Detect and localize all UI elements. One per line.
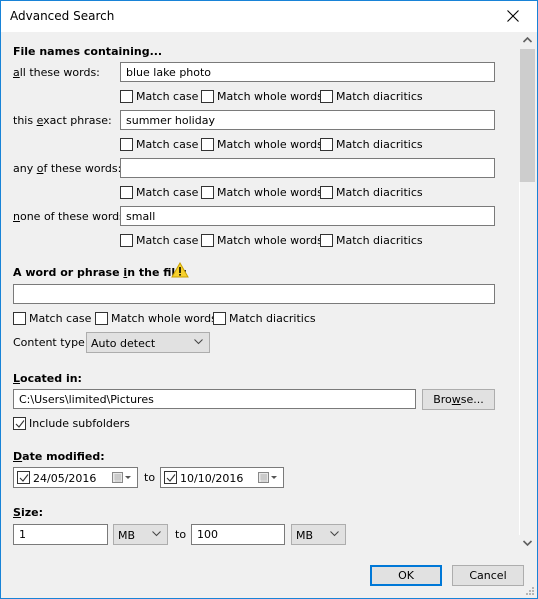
date-from-picker[interactable]: 24/05/2016 <box>13 467 138 488</box>
date-to-picker[interactable]: 10/10/2016 <box>160 467 284 488</box>
none-words-input[interactable] <box>120 206 495 226</box>
all-words-match-diacritics-checkbox[interactable]: Match diacritics <box>320 90 423 103</box>
scroll-thumb[interactable] <box>520 49 535 182</box>
vertical-scrollbar[interactable] <box>519 32 536 552</box>
date-modified-heading: Date modified: <box>13 450 105 463</box>
ok-button[interactable]: OK <box>370 565 442 586</box>
date-to-value[interactable]: 10/10/2016 <box>180 472 243 485</box>
content-heading: A word or phrase in the file: <box>13 266 188 279</box>
none-words-label: none of these words: <box>13 210 129 223</box>
all-words-match-case-checkbox[interactable]: Match case <box>120 90 198 103</box>
advanced-search-dialog: Advanced Search File names containing...… <box>0 0 538 599</box>
resize-grip-icon[interactable] <box>524 585 535 596</box>
any-words-match-diacritics-checkbox[interactable]: Match diacritics <box>320 186 423 199</box>
scroll-content: File names containing... all these words… <box>1 32 519 552</box>
date-from-checkbox[interactable] <box>17 471 30 484</box>
warning-icon <box>171 262 189 278</box>
exact-phrase-match-whole-checkbox[interactable]: Match whole words <box>201 138 323 151</box>
include-subfolders-checkbox[interactable]: Include subfolders <box>13 417 130 430</box>
size-from-input[interactable] <box>13 524 108 545</box>
size-to-unit-dropdown[interactable]: MB <box>291 524 346 545</box>
all-words-label: all these words: <box>13 66 100 79</box>
location-path-input[interactable] <box>13 389 416 409</box>
calendar-dropdown-icon[interactable] <box>258 472 280 484</box>
chevron-down-icon <box>152 531 161 537</box>
close-icon <box>507 10 519 22</box>
content-match-diacritics-checkbox[interactable]: Match diacritics <box>213 312 316 325</box>
cancel-button[interactable]: Cancel <box>452 565 524 586</box>
none-words-match-diacritics-checkbox[interactable]: Match diacritics <box>320 234 423 247</box>
chevron-down-icon <box>522 540 533 547</box>
any-words-match-whole-checkbox[interactable]: Match whole words <box>201 186 323 199</box>
any-words-match-case-checkbox[interactable]: Match case <box>120 186 198 199</box>
content-match-whole-checkbox[interactable]: Match whole words <box>95 312 217 325</box>
exact-phrase-match-case-checkbox[interactable]: Match case <box>120 138 198 151</box>
exact-phrase-match-diacritics-checkbox[interactable]: Match diacritics <box>320 138 423 151</box>
date-to-label: to <box>144 471 156 484</box>
exact-phrase-label: this exact phrase: <box>13 114 112 127</box>
close-button[interactable] <box>491 1 537 32</box>
chevron-up-icon <box>522 36 533 43</box>
content-match-case-checkbox[interactable]: Match case <box>13 312 91 325</box>
date-to-checkbox[interactable] <box>164 471 177 484</box>
checkmark-icon <box>166 474 176 482</box>
checkmark-icon <box>19 474 29 482</box>
none-words-match-case-checkbox[interactable]: Match case <box>120 234 198 247</box>
chevron-down-icon <box>330 531 339 537</box>
browse-button[interactable]: Browse... <box>422 389 495 410</box>
file-names-heading: File names containing... <box>13 45 163 58</box>
content-type-label: Content type: <box>13 336 89 349</box>
size-from-unit-value: MB <box>118 529 136 542</box>
scroll-down-button[interactable] <box>519 535 536 552</box>
window-title: Advanced Search <box>10 9 115 23</box>
size-to-input[interactable] <box>191 524 285 545</box>
size-from-unit-dropdown[interactable]: MB <box>113 524 168 545</box>
scroll-up-button[interactable] <box>519 32 536 49</box>
size-to-label: to <box>175 528 187 541</box>
scroll-track <box>519 182 520 535</box>
chevron-down-icon <box>194 339 203 345</box>
date-from-value[interactable]: 24/05/2016 <box>33 472 96 485</box>
none-words-match-whole-checkbox[interactable]: Match whole words <box>201 234 323 247</box>
title-bar: Advanced Search <box>1 1 537 32</box>
all-words-match-whole-checkbox[interactable]: Match whole words <box>201 90 323 103</box>
calendar-dropdown-icon[interactable] <box>112 472 134 484</box>
checkmark-icon <box>15 420 25 428</box>
content-type-value: Auto detect <box>91 337 156 350</box>
content-input[interactable] <box>13 284 495 304</box>
all-words-input[interactable] <box>120 62 495 82</box>
size-heading: Size: <box>13 506 43 519</box>
located-in-heading: Located in: <box>13 372 82 385</box>
any-words-input[interactable] <box>120 158 495 178</box>
content-type-dropdown[interactable]: Auto detect <box>86 332 210 353</box>
any-words-label: any of these words: <box>13 162 122 175</box>
size-to-unit-value: MB <box>296 529 314 542</box>
exact-phrase-input[interactable] <box>120 110 495 130</box>
